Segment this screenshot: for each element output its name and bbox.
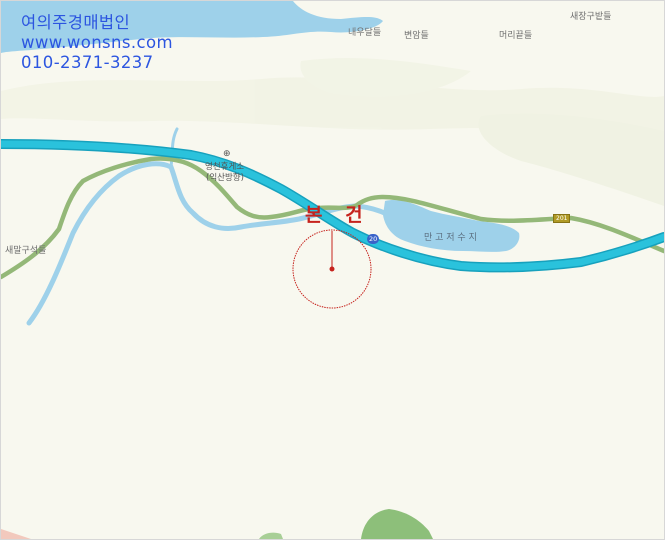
- stream: [26, 161, 404, 326]
- highway-shield-icon: 20: [367, 234, 380, 244]
- subject-label: 본 건: [305, 204, 371, 226]
- route-number-badge: 201: [553, 214, 571, 223]
- forest-patch: [361, 509, 433, 539]
- place-label-saemal: 새말구석들: [5, 246, 47, 256]
- watermark-website: www.wonsns.com: [21, 33, 173, 53]
- map-canvas: [1, 1, 664, 539]
- reservoir: [383, 200, 520, 252]
- place-label-reservoir: 만 고 저 수 지: [424, 233, 477, 243]
- place-label-saejang: 새장구밭들: [570, 12, 612, 22]
- forest-patch: [259, 532, 283, 539]
- rest-area-icon: ⊕: [223, 149, 231, 159]
- place-label-naeul: 내우달들: [348, 28, 382, 38]
- watermark: 여의주경매법인 www.wonsns.com 010-2371-3237: [21, 13, 173, 73]
- place-label-meori: 머리끝들: [499, 31, 533, 41]
- place-label-rest-area-sub: (익산방향): [206, 173, 244, 183]
- place-label-byeon: 변암들: [404, 31, 429, 41]
- terrain-shading: [1, 58, 664, 206]
- watermark-phone: 010-2371-3237: [21, 53, 154, 73]
- forest-patch: [1, 529, 31, 539]
- map-view[interactable]: 여의주경매법인 www.wonsns.com 010-2371-3237 새장구…: [0, 0, 665, 540]
- watermark-company: 여의주경매법인: [21, 13, 131, 32]
- subject-marker: [292, 229, 372, 309]
